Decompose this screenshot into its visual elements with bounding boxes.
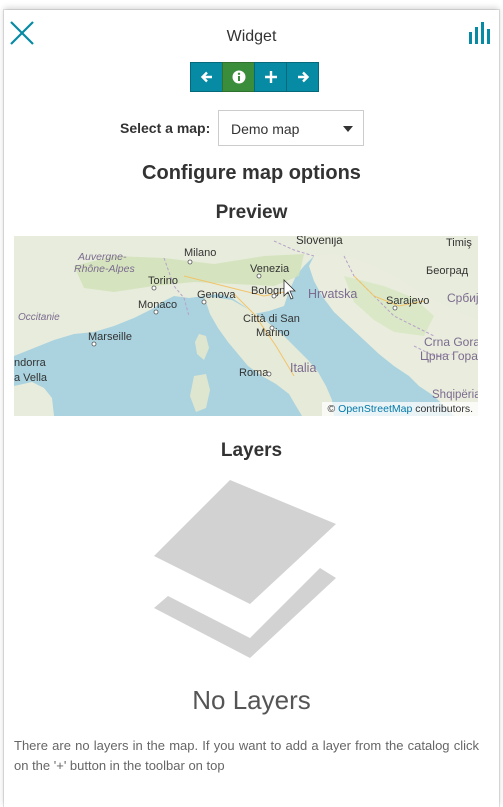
map-select-dropdown[interactable]: Demo map — [218, 110, 364, 146]
place-label: Hrvatska — [308, 287, 357, 301]
add-layer-button[interactable] — [254, 62, 287, 92]
place-label: Monaco — [138, 299, 177, 311]
next-button[interactable] — [286, 62, 319, 92]
map-preview[interactable]: Slovenija Timiş Auvergne- Rhône-Alpes Mi… — [14, 236, 478, 416]
place-label: ndorra — [14, 357, 47, 369]
map-attribution: © OpenStreetMap contributors. — [322, 402, 478, 416]
place-label: Occitanie — [18, 312, 60, 323]
no-layers-description: There are no layers in the map. If you w… — [14, 738, 479, 773]
layers-stack-icon — [154, 480, 336, 658]
place-label: Italia — [290, 361, 316, 375]
widget-title: Widget — [226, 28, 277, 45]
place-label: Slovenija — [296, 236, 343, 247]
chart-type-button[interactable] — [468, 22, 492, 44]
map-select-row: Select a map: Demo map — [4, 110, 499, 146]
info-button[interactable] — [222, 62, 255, 92]
arrow-left-icon — [200, 71, 212, 83]
place-label: Auvergne- — [77, 251, 127, 263]
place-label: Црна Гора — [420, 349, 478, 363]
place-label: Venezia — [250, 263, 290, 275]
place-label: Roma — [239, 367, 269, 379]
no-layers-title: No Layers — [192, 685, 311, 715]
widget-header: Widget — [4, 10, 499, 60]
place-label: Milano — [184, 247, 216, 259]
osm-link[interactable]: OpenStreetMap — [338, 403, 412, 415]
place-label: Crna Gora / — [424, 335, 478, 349]
place-label: Shqipëria — [432, 389, 478, 401]
chevron-down-icon — [343, 126, 353, 132]
bar-chart-icon — [469, 22, 490, 44]
preview-heading: Preview — [215, 202, 288, 223]
layers-heading: Layers — [220, 440, 283, 461]
place-label: Genova — [197, 289, 236, 301]
plus-icon — [264, 71, 277, 83]
place-label: Србија — [447, 291, 478, 305]
place-label: Marseille — [88, 331, 132, 343]
map-select-value: Demo map — [231, 121, 300, 137]
wizard-toolbar — [190, 62, 319, 92]
arrow-right-icon — [297, 71, 309, 83]
widget-panel: Widget Select a map: Demo map Configure … — [4, 10, 499, 807]
place-label: Timiş — [446, 237, 472, 249]
map-canvas: Slovenija Timiş Auvergne- Rhône-Alpes Mi… — [14, 236, 478, 416]
configure-heading: Configure map options — [142, 162, 361, 184]
back-button[interactable] — [190, 62, 223, 92]
info-icon — [232, 70, 245, 84]
place-label: Torino — [148, 275, 178, 287]
place-label: Sarajevo — [386, 295, 429, 307]
map-select-label: Select a map: — [120, 120, 211, 136]
place-label: a Vella — [14, 372, 48, 384]
place-label: Città di San — [243, 313, 300, 325]
place-label: Београд — [426, 265, 469, 277]
place-label: Rhône-Alpes — [74, 263, 135, 275]
